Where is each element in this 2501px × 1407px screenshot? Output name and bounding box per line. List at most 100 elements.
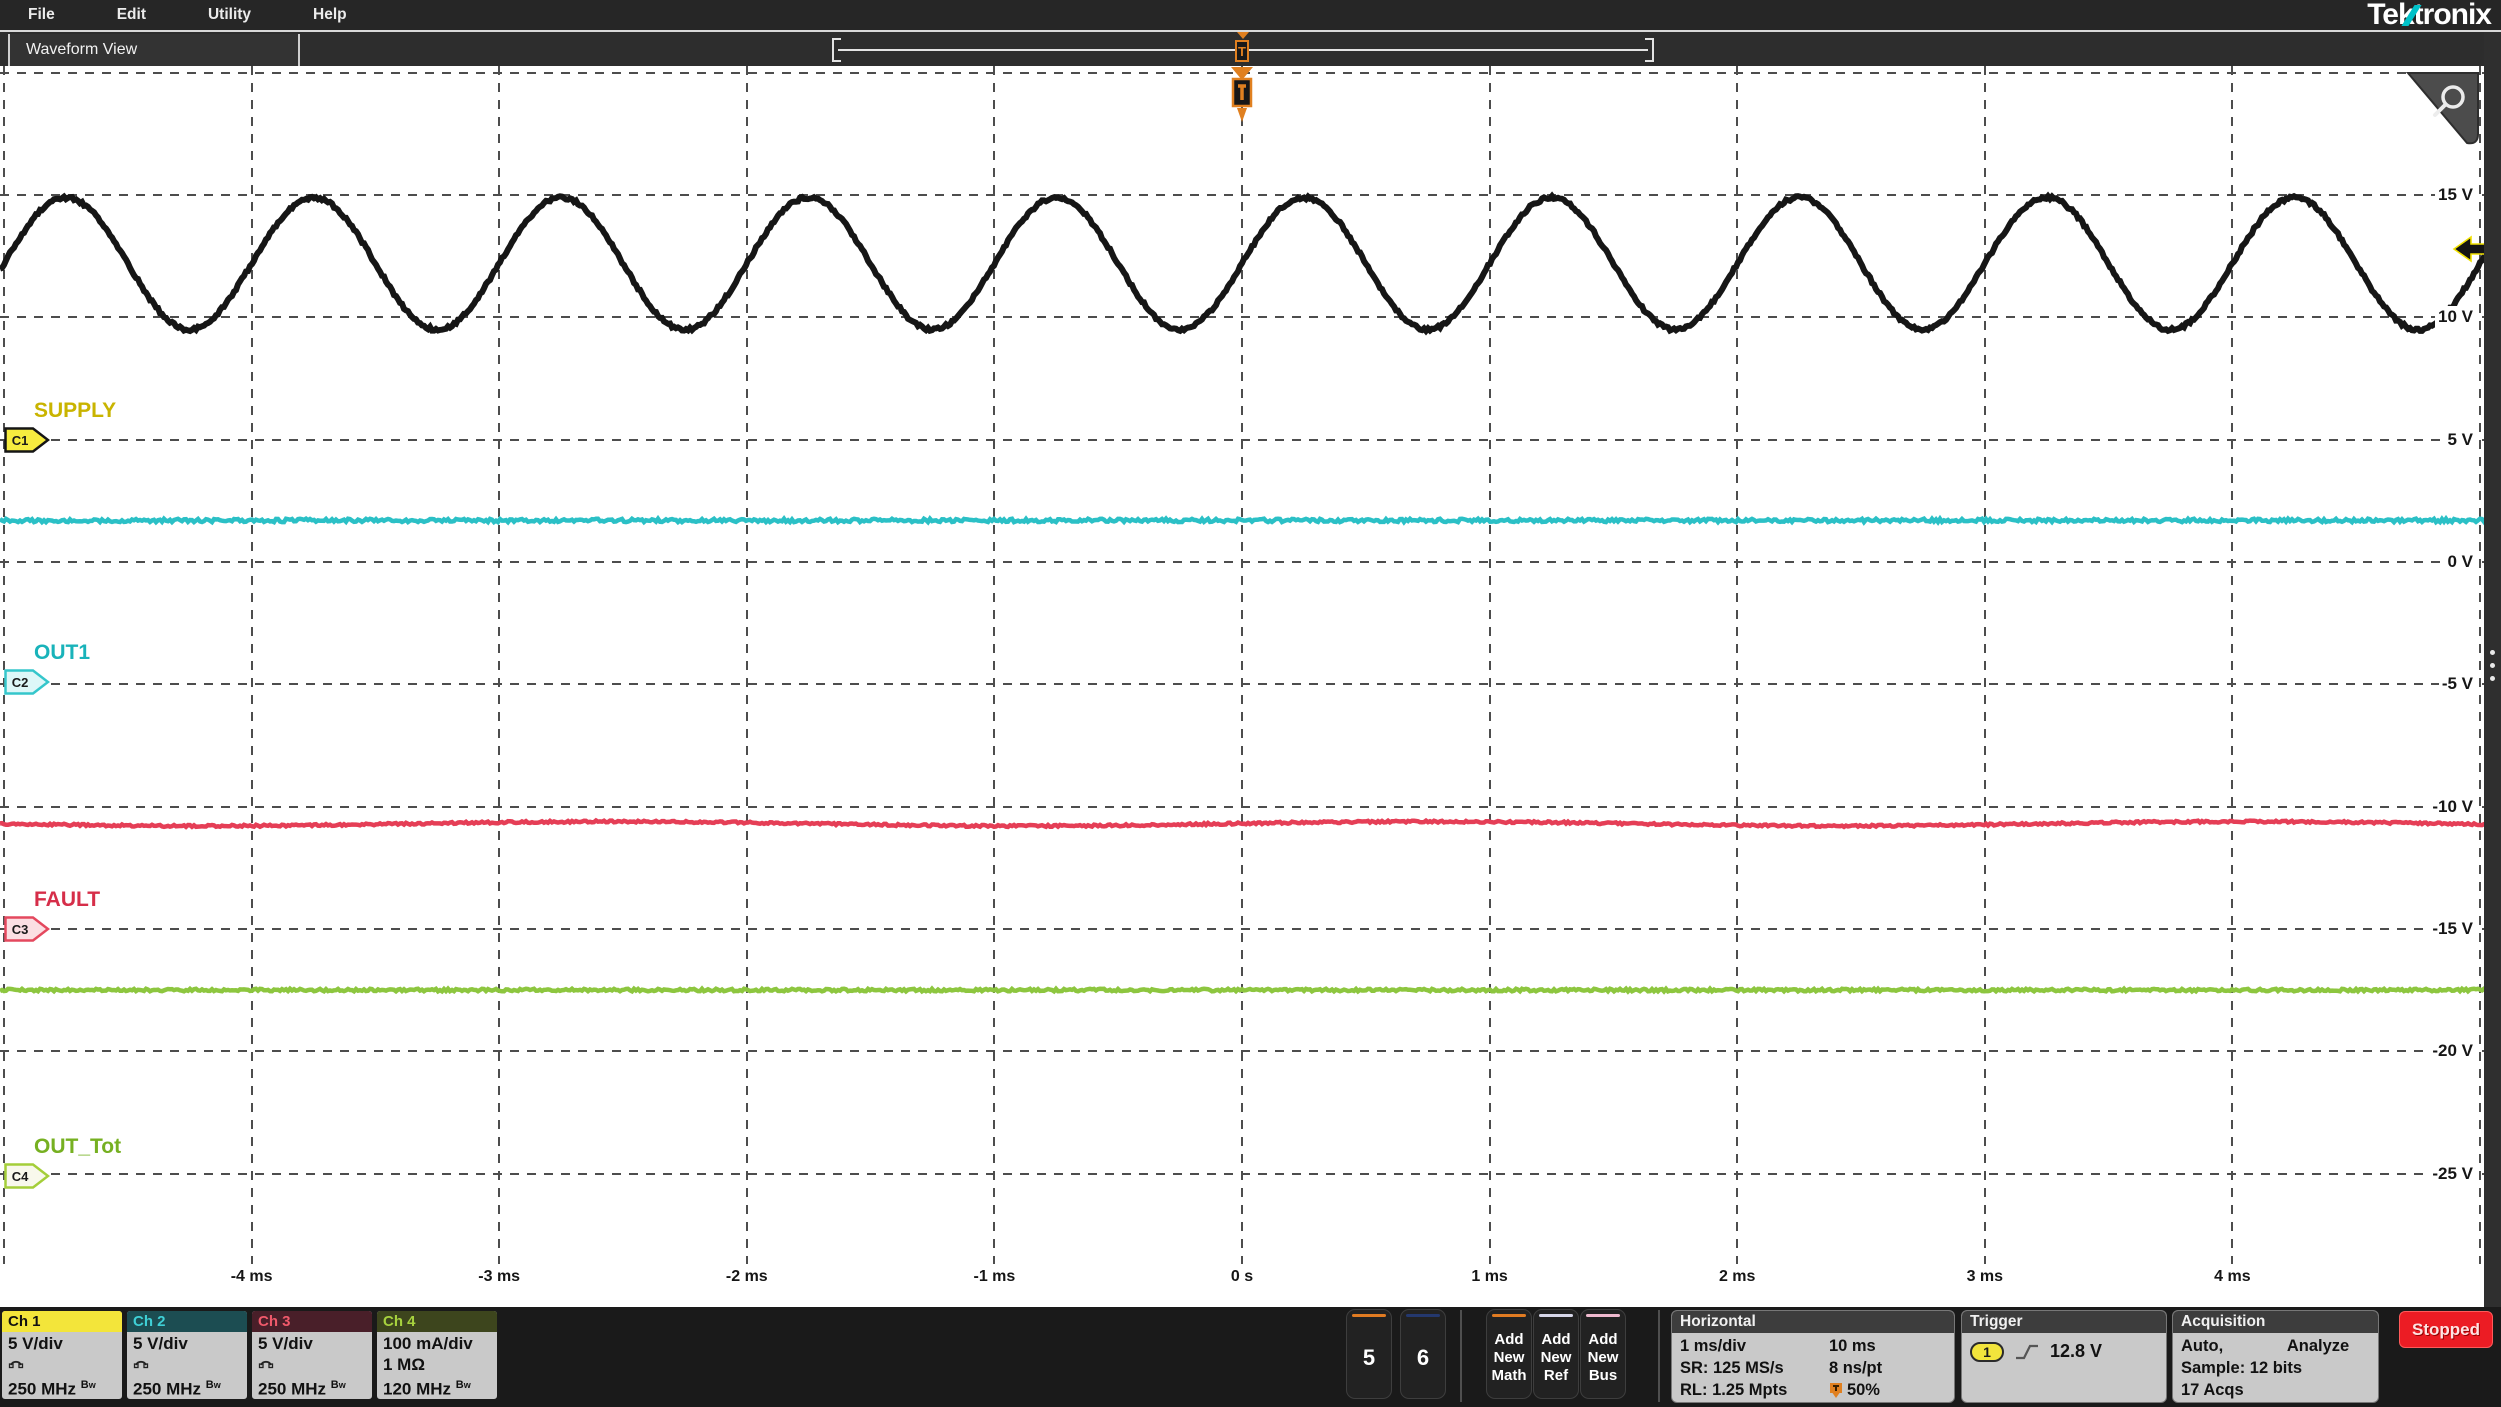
channel-marker-c4[interactable]: C4: [4, 1163, 50, 1189]
acquisition-panel[interactable]: Acquisition Auto, Analyze Sample: 12 bits 1…: [2172, 1310, 2379, 1403]
panel-row: 17 Acqs: [2181, 1379, 2370, 1401]
oscilloscope-app: File Edit Utility Help Tektronix Waveform V…: [0, 0, 2501, 1407]
channel-setting-row: 5 V/div: [258, 1334, 313, 1353]
waveform-display: C1 SUPPLY C2 OUT1 C3 FAULT C4 OUT_Tot 15 V 10 V 5…: [0, 66, 2486, 1307]
voltage-label: -10 V: [2429, 795, 2476, 818]
svg-text:C4: C4: [12, 1169, 29, 1184]
trigger-panel-title: Trigger: [1962, 1311, 2166, 1333]
panel-row: 1 ms/div 10 ms: [1680, 1335, 1946, 1357]
channel-setting-row: 120 MHz Bw: [383, 1379, 471, 1399]
channel-setting-row: 250 MHz Bw: [8, 1379, 96, 1399]
voltage-label: -5 V: [2438, 673, 2476, 696]
bandwidth-limit-icon: Bw: [330, 1379, 346, 1391]
channel-setting-row: [133, 1354, 241, 1375]
probe-icon: [133, 1360, 149, 1369]
bandwidth-limit-icon: Bw: [455, 1379, 471, 1391]
panel-row-left: RL: 1.25 Mpts: [1680, 1381, 1788, 1399]
bandwidth-limit-icon: Bw: [80, 1379, 96, 1391]
channel-setting-row: 5 V/div: [133, 1334, 188, 1353]
trigger-time-flag-icon[interactable]: [1227, 66, 1257, 124]
channel-badge-ch3[interactable]: Ch 3 5 V/div 250 MHz Bw: [252, 1311, 372, 1399]
record-view-right-bracket: [1645, 38, 1654, 62]
logo-text: Tektronix: [2367, 0, 2492, 31]
trigger-source-badge: 1: [1970, 1341, 2004, 1362]
trace-4: [0, 985, 2486, 995]
trigger-position-arrow-icon: [1237, 32, 1249, 39]
button-label: Add New Bus: [1587, 1330, 1619, 1384]
add-new-math-button[interactable]: Add New Math: [1486, 1309, 1532, 1399]
svg-text:C1: C1: [12, 433, 29, 448]
panel-row-right: [2287, 1357, 2370, 1379]
results-bar-splitter[interactable]: [2484, 32, 2501, 1307]
waveform-label-out_tot: OUT_Tot: [34, 1134, 122, 1158]
panel-row: RL: 1.25 Mpts 50%: [1680, 1379, 1946, 1401]
time-label: 4 ms: [2214, 1268, 2251, 1285]
channel-badge-title: Ch 2: [127, 1311, 247, 1332]
add-new-bus-button[interactable]: Add New Bus: [1580, 1309, 1626, 1399]
menu-item-help[interactable]: Help: [313, 6, 347, 24]
time-label: -3 ms: [478, 1268, 521, 1285]
menu-item-file[interactable]: File: [28, 6, 55, 24]
voltage-label: 5 V: [2444, 428, 2476, 451]
tab-waveform-view[interactable]: Waveform View: [8, 34, 300, 66]
channel-badge-settings: 5 V/div 250 MHz Bw: [127, 1332, 247, 1399]
trigger-panel[interactable]: Trigger 1 12.8 V: [1961, 1310, 2167, 1403]
time-label: -4 ms: [230, 1268, 273, 1285]
panel-row-right: 8 ns/pt: [1828, 1359, 1883, 1377]
panel-row-left: SR: 125 MS/s: [1680, 1359, 1784, 1377]
slot-button-6[interactable]: 6: [1400, 1309, 1446, 1399]
svg-text:C2: C2: [12, 675, 29, 690]
horizontal-panel[interactable]: Horizontal 1 ms/div 10 ms SR: 125 MS/s 8 ns…: [1671, 1310, 1955, 1403]
tab-strip: Waveform View T: [0, 30, 2501, 66]
probe-icon: [8, 1360, 24, 1369]
trigger-position-bar[interactable]: T: [832, 32, 1654, 64]
menu-item-edit[interactable]: Edit: [117, 6, 146, 24]
panel-row-left: Auto,: [2181, 1337, 2224, 1355]
channel-badge-ch4[interactable]: Ch 4 100 mA/div 1 MΩ 120 MHz Bw: [377, 1311, 497, 1399]
button-label: Add New Ref: [1540, 1330, 1572, 1384]
channel-badge-ch1[interactable]: Ch 1 5 V/div 250 MHz Bw: [2, 1311, 122, 1399]
add-new-ref-button[interactable]: Add New Ref: [1533, 1309, 1579, 1399]
channel-setting-row: [8, 1354, 116, 1375]
button-label: Add New Math: [1491, 1330, 1527, 1384]
channel-marker-c1[interactable]: C1: [4, 426, 50, 453]
acquisition-panel-title: Acquisition: [2173, 1311, 2378, 1333]
trigger-level-arrow-icon[interactable]: [2452, 234, 2486, 264]
channel-badge-ch2[interactable]: Ch 2 5 V/div 250 MHz Bw: [127, 1311, 247, 1399]
voltage-label: -15 V: [2429, 917, 2476, 940]
voltage-label: 15 V: [2435, 184, 2476, 207]
voltage-label: -25 V: [2429, 1162, 2476, 1185]
channel-setting-row: 5 V/div: [8, 1334, 63, 1353]
waveform-label-fault: FAULT: [34, 887, 101, 911]
time-label: 0 s: [1230, 1268, 1254, 1285]
channel-marker-c3[interactable]: C3: [4, 916, 50, 942]
trigger-t-icon: T: [1235, 40, 1249, 62]
voltage-label: 10 V: [2435, 306, 2476, 329]
channel-badge-settings: 100 mA/div 1 MΩ 120 MHz Bw: [377, 1332, 497, 1399]
channel-badge-settings: 5 V/div 250 MHz Bw: [252, 1332, 372, 1399]
menu-item-utility[interactable]: Utility: [208, 6, 251, 24]
menu-items: File Edit Utility Help: [0, 6, 347, 24]
splitter-grip-icon: [2490, 650, 2495, 655]
splitter-grip-icon: [2490, 676, 2495, 681]
probe-icon: [258, 1360, 274, 1369]
waveform-label-supply: SUPPLY: [34, 398, 117, 422]
zoom-corner-button[interactable]: [2404, 70, 2482, 148]
horizontal-panel-title: Horizontal: [1672, 1311, 1954, 1333]
panel-row-left: 1 ms/div: [1680, 1337, 1747, 1355]
channel-badge-settings: 5 V/div 250 MHz Bw: [2, 1332, 122, 1399]
time-label: 2 ms: [1718, 1268, 1756, 1285]
time-label: 1 ms: [1471, 1268, 1508, 1285]
time-label: -1 ms: [973, 1268, 1016, 1285]
slot-button-5[interactable]: 5: [1346, 1309, 1392, 1399]
channel-setting-row: 250 MHz Bw: [258, 1379, 346, 1399]
channel-badge-title: Ch 3: [252, 1311, 372, 1332]
panel-row-right: 10 ms: [1828, 1337, 1876, 1355]
trace-2: [0, 514, 2486, 526]
channel-marker-c2[interactable]: C2: [4, 669, 50, 695]
run-stop-status-button[interactable]: Stopped: [2399, 1311, 2493, 1348]
panel-row-right: [2287, 1379, 2370, 1401]
trigger-position-marker[interactable]: T: [1234, 32, 1252, 68]
menu-bar: File Edit Utility Help Tektronix: [0, 0, 2501, 31]
trace-3: [0, 817, 2486, 830]
